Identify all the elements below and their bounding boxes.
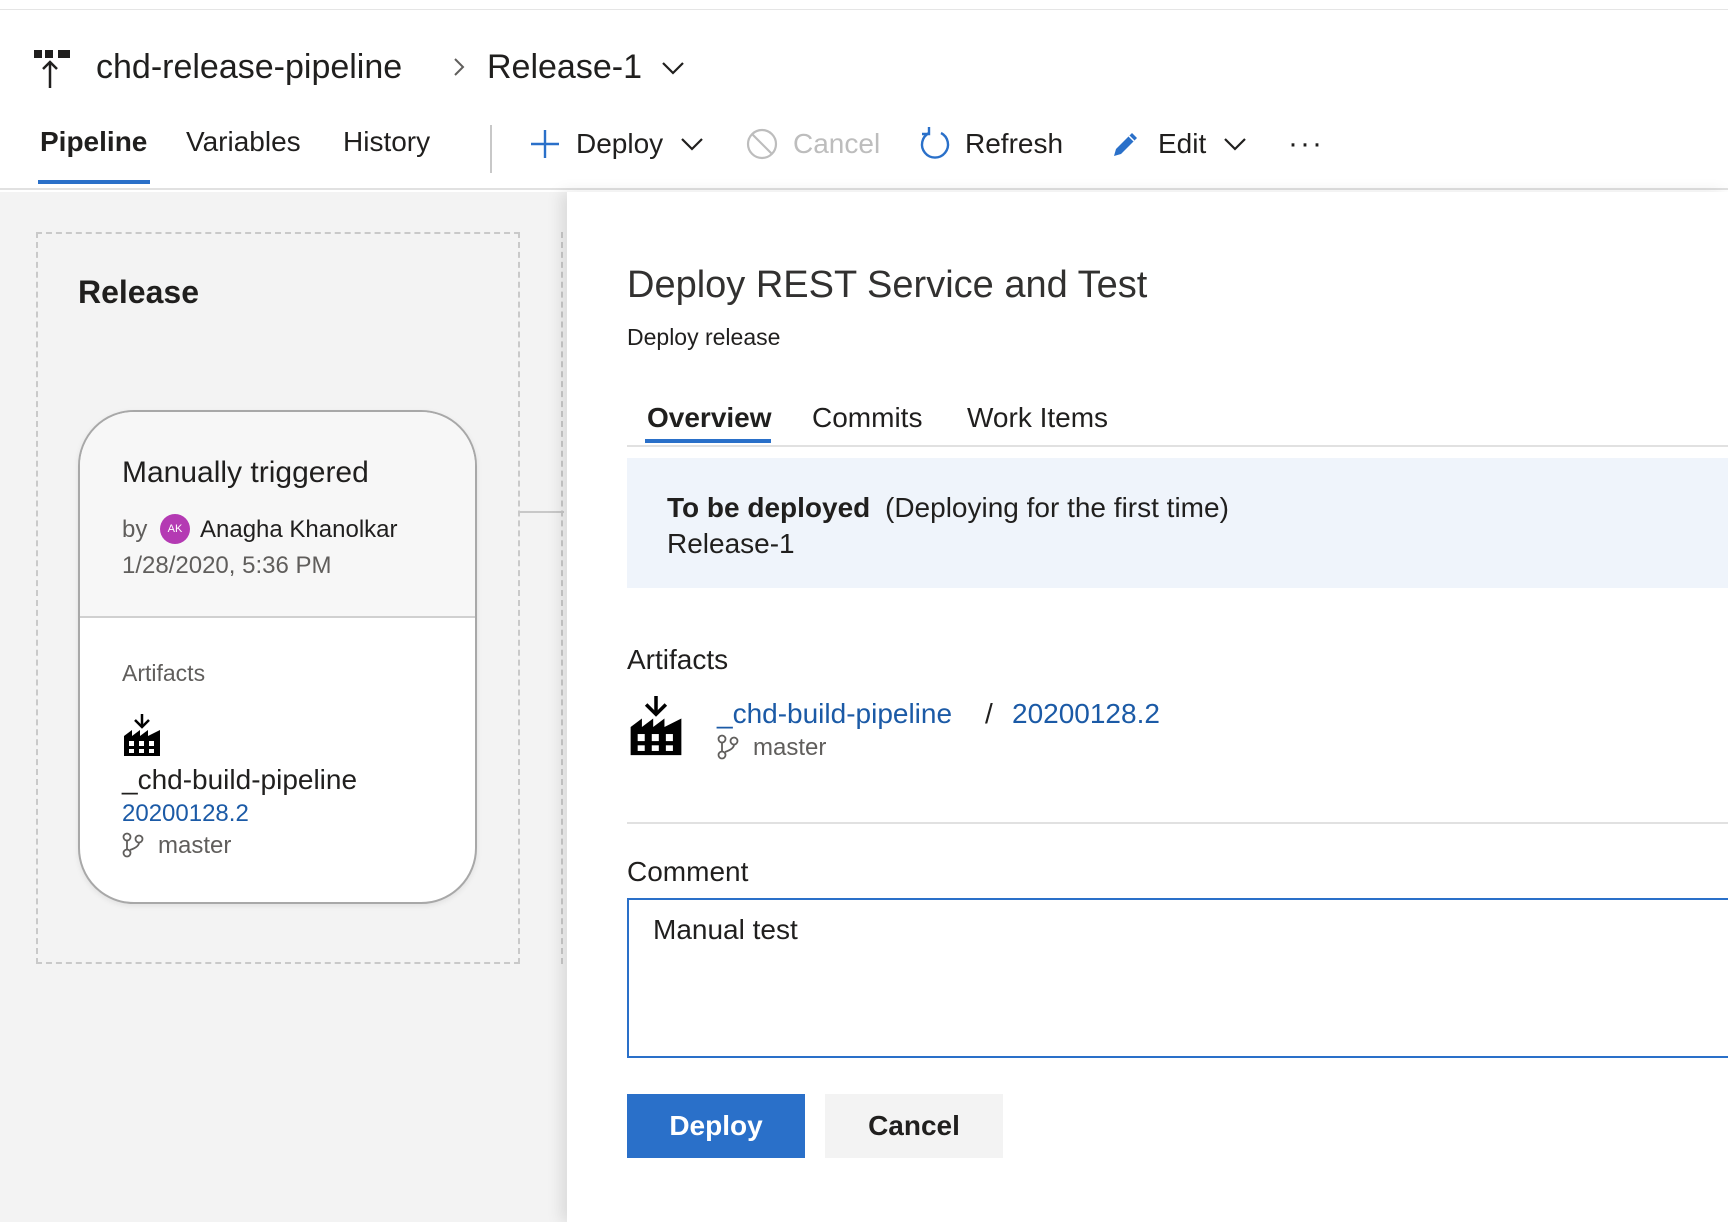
page-header: chd-release-pipeline Release-1 Pipeline … bbox=[0, 10, 1728, 190]
chevron-down-icon bbox=[681, 138, 703, 151]
artifact-version-link[interactable]: 20200128.2 bbox=[1012, 698, 1160, 730]
active-tab-indicator bbox=[645, 439, 771, 443]
pencil-icon bbox=[1114, 133, 1137, 156]
stage-connector bbox=[518, 511, 564, 513]
artifacts-heading: Artifacts bbox=[627, 644, 729, 675]
artifact-separator: / bbox=[985, 698, 993, 729]
chevron-right-icon bbox=[454, 58, 465, 76]
toolbar-divider bbox=[490, 125, 492, 173]
artifact-version-link[interactable]: 20200128.2 bbox=[122, 800, 249, 828]
info-detail: (Deploying for the first time) bbox=[885, 492, 1229, 523]
trigger-card[interactable]: Manually triggered by AK Anagha Khanolka… bbox=[78, 410, 477, 904]
stage-title: Release bbox=[78, 274, 199, 310]
deploy-panel: Deploy REST Service and Test Deploy rele… bbox=[567, 192, 1728, 1222]
tab-divider bbox=[627, 445, 1728, 447]
branch-icon bbox=[122, 832, 144, 858]
artifact-name-link[interactable]: _chd-build-pipeline bbox=[717, 698, 952, 730]
panel-title: Deploy REST Service and Test bbox=[627, 264, 1148, 306]
trigger-by-label: by bbox=[122, 516, 148, 543]
build-artifact-icon bbox=[124, 714, 160, 756]
comment-input[interactable]: Manual test bbox=[627, 898, 1728, 1058]
artifact-name: _chd-build-pipeline bbox=[122, 764, 358, 795]
info-heading: To be deployed bbox=[667, 492, 871, 523]
comment-label: Comment bbox=[627, 856, 749, 887]
build-artifact-icon bbox=[630, 696, 682, 756]
tab-history[interactable]: History bbox=[343, 126, 430, 158]
tab-work-items[interactable]: Work Items bbox=[967, 402, 1108, 434]
plus-icon bbox=[531, 130, 559, 158]
active-tab-indicator bbox=[38, 180, 150, 184]
deploy-toolbar-button[interactable]: Deploy bbox=[528, 122, 705, 166]
chevron-down-icon bbox=[1224, 138, 1247, 151]
refresh-icon bbox=[920, 127, 950, 159]
section-divider bbox=[627, 822, 1728, 824]
refresh-button[interactable]: Refresh bbox=[919, 122, 1063, 166]
tab-pipeline[interactable]: Pipeline bbox=[40, 126, 147, 158]
trigger-title: Manually triggered bbox=[122, 456, 369, 489]
artifacts-label: Artifacts bbox=[122, 660, 206, 686]
blocked-icon bbox=[746, 128, 778, 160]
tab-overview[interactable]: Overview bbox=[647, 402, 772, 434]
info-release: Release-1 bbox=[667, 528, 795, 559]
deploy-button[interactable]: Deploy bbox=[627, 1094, 805, 1158]
deploy-info-banner: To be deployed (Deploying for the first … bbox=[627, 458, 1728, 588]
more-options-button[interactable]: ··· bbox=[1288, 122, 1324, 166]
edit-button[interactable]: Edit bbox=[1110, 122, 1248, 166]
deploy-toolbar-label: Deploy bbox=[576, 128, 664, 159]
release-name[interactable]: Release-1 bbox=[487, 48, 642, 87]
pipeline-name[interactable]: chd-release-pipeline bbox=[96, 48, 402, 87]
trigger-date: 1/28/2020, 5:36 PM bbox=[122, 552, 332, 579]
avatar: AK bbox=[160, 514, 190, 544]
tab-commits[interactable]: Commits bbox=[812, 402, 922, 434]
release-pipeline-icon bbox=[34, 50, 70, 88]
trigger-user: Anagha Khanolkar bbox=[200, 516, 398, 543]
edit-label: Edit bbox=[1158, 128, 1207, 159]
trigger-card-header: Manually triggered by AK Anagha Khanolka… bbox=[80, 412, 475, 618]
panel-subtitle: Deploy release bbox=[627, 324, 781, 350]
refresh-label: Refresh bbox=[965, 128, 1064, 159]
branch-icon bbox=[717, 734, 739, 760]
cancel-toolbar-label: Cancel bbox=[793, 128, 881, 159]
pipeline-canvas: Release Manually triggered by AK Anagha … bbox=[0, 192, 567, 1222]
tab-variables[interactable]: Variables bbox=[186, 126, 301, 158]
cancel-button[interactable]: Cancel bbox=[825, 1094, 1003, 1158]
cancel-toolbar-button[interactable]: Cancel bbox=[745, 122, 880, 166]
artifact-branch: master bbox=[158, 832, 232, 859]
artifact-branch: master bbox=[753, 734, 827, 761]
chevron-down-icon[interactable] bbox=[660, 60, 686, 76]
